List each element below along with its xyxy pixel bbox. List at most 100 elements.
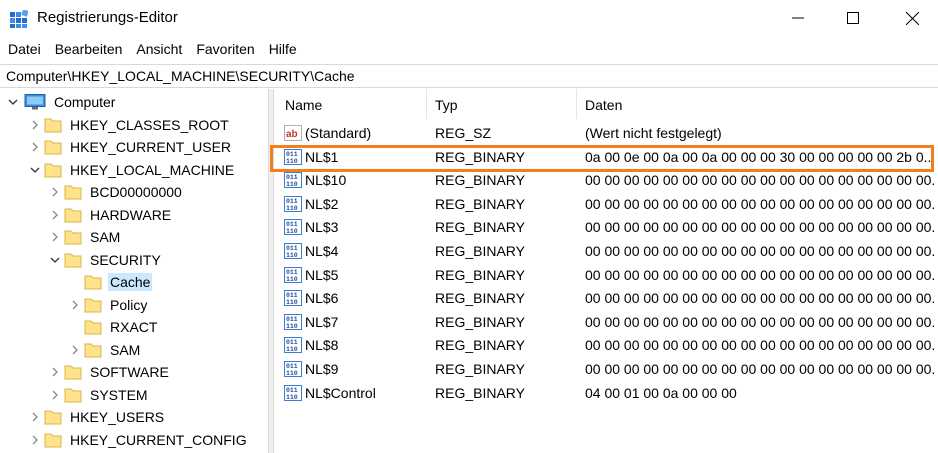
computer-icon	[24, 94, 46, 110]
svg-text:110: 110	[286, 370, 298, 377]
tree-label: SECURITY	[90, 252, 161, 268]
tree-item-hardware[interactable]: HARDWARE	[48, 204, 173, 226]
tree-item-hkey-local-machine[interactable]: HKEY_LOCAL_MACHINE	[28, 159, 236, 181]
column-divider[interactable]	[426, 89, 427, 119]
tree-item-hkey-classes-root[interactable]: HKEY_CLASSES_ROOT	[28, 114, 231, 136]
svg-text:011: 011	[286, 339, 298, 346]
tree-item-security[interactable]: SECURITY	[48, 249, 163, 271]
folder-icon	[44, 410, 62, 425]
menu-datei[interactable]: Datei	[0, 38, 47, 62]
svg-text:110: 110	[286, 323, 298, 330]
chevron-right-icon[interactable]	[28, 410, 42, 424]
pane-splitter[interactable]	[268, 89, 274, 453]
menu-ansicht[interactable]: Ansicht	[128, 38, 188, 62]
value-data: 04 00 01 00 0a 00 00 00	[585, 385, 737, 401]
value-data: 00 00 00 00 00 00 00 00 00 00 00 00 00 0…	[585, 243, 935, 259]
tree-label: HKEY_LOCAL_MACHINE	[70, 162, 235, 178]
table-row[interactable]: 011 110 NL$10 REG_BINARY 00 00 00 00 00 …	[275, 169, 938, 192]
menu-bearbeiten[interactable]: Bearbeiten	[47, 38, 129, 62]
value-data: 00 00 00 00 00 00 00 00 00 00 00 00 00 0…	[585, 337, 935, 353]
column-header-name[interactable]: Name	[285, 97, 322, 113]
close-button[interactable]	[889, 0, 935, 36]
tree-label: RXACT	[110, 319, 158, 335]
value-name: NL$Control	[305, 385, 376, 401]
tree-item-hkey-current-config[interactable]: HKEY_CURRENT_CONFIG	[28, 429, 249, 451]
table-row[interactable]: 011 110 NL$Control REG_BINARY 04 00 01 0…	[275, 382, 938, 405]
svg-text:110: 110	[286, 346, 298, 353]
chevron-right-icon[interactable]	[68, 343, 82, 357]
binary-value-icon: 011 110	[284, 314, 302, 330]
table-row[interactable]: 011 110 NL$5 REG_BINARY 00 00 00 00 00 0…	[275, 264, 938, 287]
menu-favoriten[interactable]: Favoriten	[188, 38, 260, 62]
maximize-icon	[847, 12, 859, 24]
value-type: REG_BINARY	[435, 243, 525, 259]
values-list-pane[interactable]: Name Typ Daten ab (Standard) REG_SZ (Wer…	[275, 89, 938, 453]
svg-text:110: 110	[286, 299, 298, 306]
binary-value-icon: 011 110	[284, 290, 302, 306]
chevron-right-icon[interactable]	[48, 185, 62, 199]
folder-icon	[64, 208, 82, 223]
table-row[interactable]: 011 110 NL$4 REG_BINARY 00 00 00 00 00 0…	[275, 240, 938, 263]
chevron-down-icon[interactable]	[6, 95, 20, 109]
tree-item-security-sam[interactable]: SAM	[68, 339, 142, 361]
svg-text:011: 011	[286, 316, 298, 323]
table-row[interactable]: 011 110 NL$9 REG_BINARY 00 00 00 00 00 0…	[275, 358, 938, 381]
chevron-right-icon[interactable]	[28, 118, 42, 132]
column-header-data[interactable]: Daten	[585, 97, 622, 113]
table-row[interactable]: 011 110 NL$7 REG_BINARY 00 00 00 00 00 0…	[275, 311, 938, 334]
tree-item-hkey-current-user[interactable]: HKEY_CURRENT_USER	[28, 136, 233, 158]
tree-pane[interactable]: Computer HKEY_CLASSES_ROOT HKEY_CURRENT_…	[0, 89, 268, 453]
minimize-button[interactable]	[775, 0, 821, 36]
tree-item-software[interactable]: SOFTWARE	[48, 361, 171, 383]
tree-item-system[interactable]: SYSTEM	[48, 384, 150, 406]
svg-text:110: 110	[286, 252, 298, 259]
tree-label: Computer	[54, 94, 116, 110]
table-row[interactable]: ab (Standard) REG_SZ (Wert nicht festgel…	[275, 122, 938, 145]
value-data: 00 00 00 00 00 00 00 00 00 00 00 00 00 0…	[585, 267, 935, 283]
chevron-down-icon[interactable]	[48, 253, 62, 267]
svg-text:011: 011	[286, 198, 298, 205]
table-row[interactable]: 011 110 NL$2 REG_BINARY 00 00 00 00 00 0…	[275, 193, 938, 216]
chevron-right-icon[interactable]	[28, 140, 42, 154]
binary-value-icon: 011 110	[284, 385, 302, 401]
address-bar[interactable]: Computer\HKEY_LOCAL_MACHINE\SECURITY\Cac…	[0, 64, 938, 88]
tree-item-computer[interactable]: Computer	[6, 91, 117, 113]
svg-text:110: 110	[286, 205, 298, 212]
binary-value-icon: 011 110	[284, 243, 302, 259]
tree-item-cache[interactable]: Cache	[68, 271, 153, 293]
chevron-down-icon[interactable]	[28, 163, 42, 177]
column-divider[interactable]	[576, 89, 577, 119]
folder-icon	[84, 320, 102, 335]
column-header-type[interactable]: Typ	[435, 97, 458, 113]
chevron-right-icon[interactable]	[48, 208, 62, 222]
tree-label: HKEY_CLASSES_ROOT	[70, 117, 229, 133]
chevron-right-icon[interactable]	[48, 230, 62, 244]
value-data: 00 00 00 00 00 00 00 00 00 00 00 00 00 0…	[585, 314, 935, 330]
tree-item-hkey-users[interactable]: HKEY_USERS	[28, 406, 166, 428]
binary-value-icon: 011 110	[284, 337, 302, 353]
tree-item-policy[interactable]: Policy	[68, 294, 149, 316]
chevron-right-icon[interactable]	[28, 433, 42, 447]
value-data: 00 00 00 00 00 00 00 00 00 00 00 00 00 0…	[585, 219, 935, 235]
svg-text:110: 110	[286, 394, 298, 401]
value-data: 00 00 00 00 00 00 00 00 00 00 00 00 00 0…	[585, 290, 935, 306]
tree-label: HARDWARE	[90, 207, 172, 223]
maximize-button[interactable]	[830, 0, 876, 36]
svg-text:ab: ab	[286, 129, 298, 140]
tree-item-rxact[interactable]: RXACT	[68, 316, 159, 338]
tree-label-selected: Cache	[108, 273, 153, 291]
address-path[interactable]: Computer\HKEY_LOCAL_MACHINE\SECURITY\Cac…	[6, 68, 355, 84]
table-row[interactable]: 011 110 NL$3 REG_BINARY 00 00 00 00 00 0…	[275, 216, 938, 239]
value-data: 00 00 00 00 00 00 00 00 00 00 00 00 00 0…	[585, 361, 935, 377]
chevron-right-icon[interactable]	[48, 365, 62, 379]
table-row[interactable]: 011 110 NL$8 REG_BINARY 00 00 00 00 00 0…	[275, 334, 938, 357]
table-row[interactable]: 011 110 NL$6 REG_BINARY 00 00 00 00 00 0…	[275, 287, 938, 310]
chevron-right-icon[interactable]	[68, 298, 82, 312]
tree-item-sam[interactable]: SAM	[48, 226, 122, 248]
menu-hilfe[interactable]: Hilfe	[261, 38, 303, 62]
value-name: NL$7	[305, 314, 339, 330]
folder-icon	[64, 388, 82, 403]
chevron-right-icon[interactable]	[48, 388, 62, 402]
tree-item-bcd00000000[interactable]: BCD00000000	[48, 181, 184, 203]
value-name: NL$8	[305, 337, 339, 353]
